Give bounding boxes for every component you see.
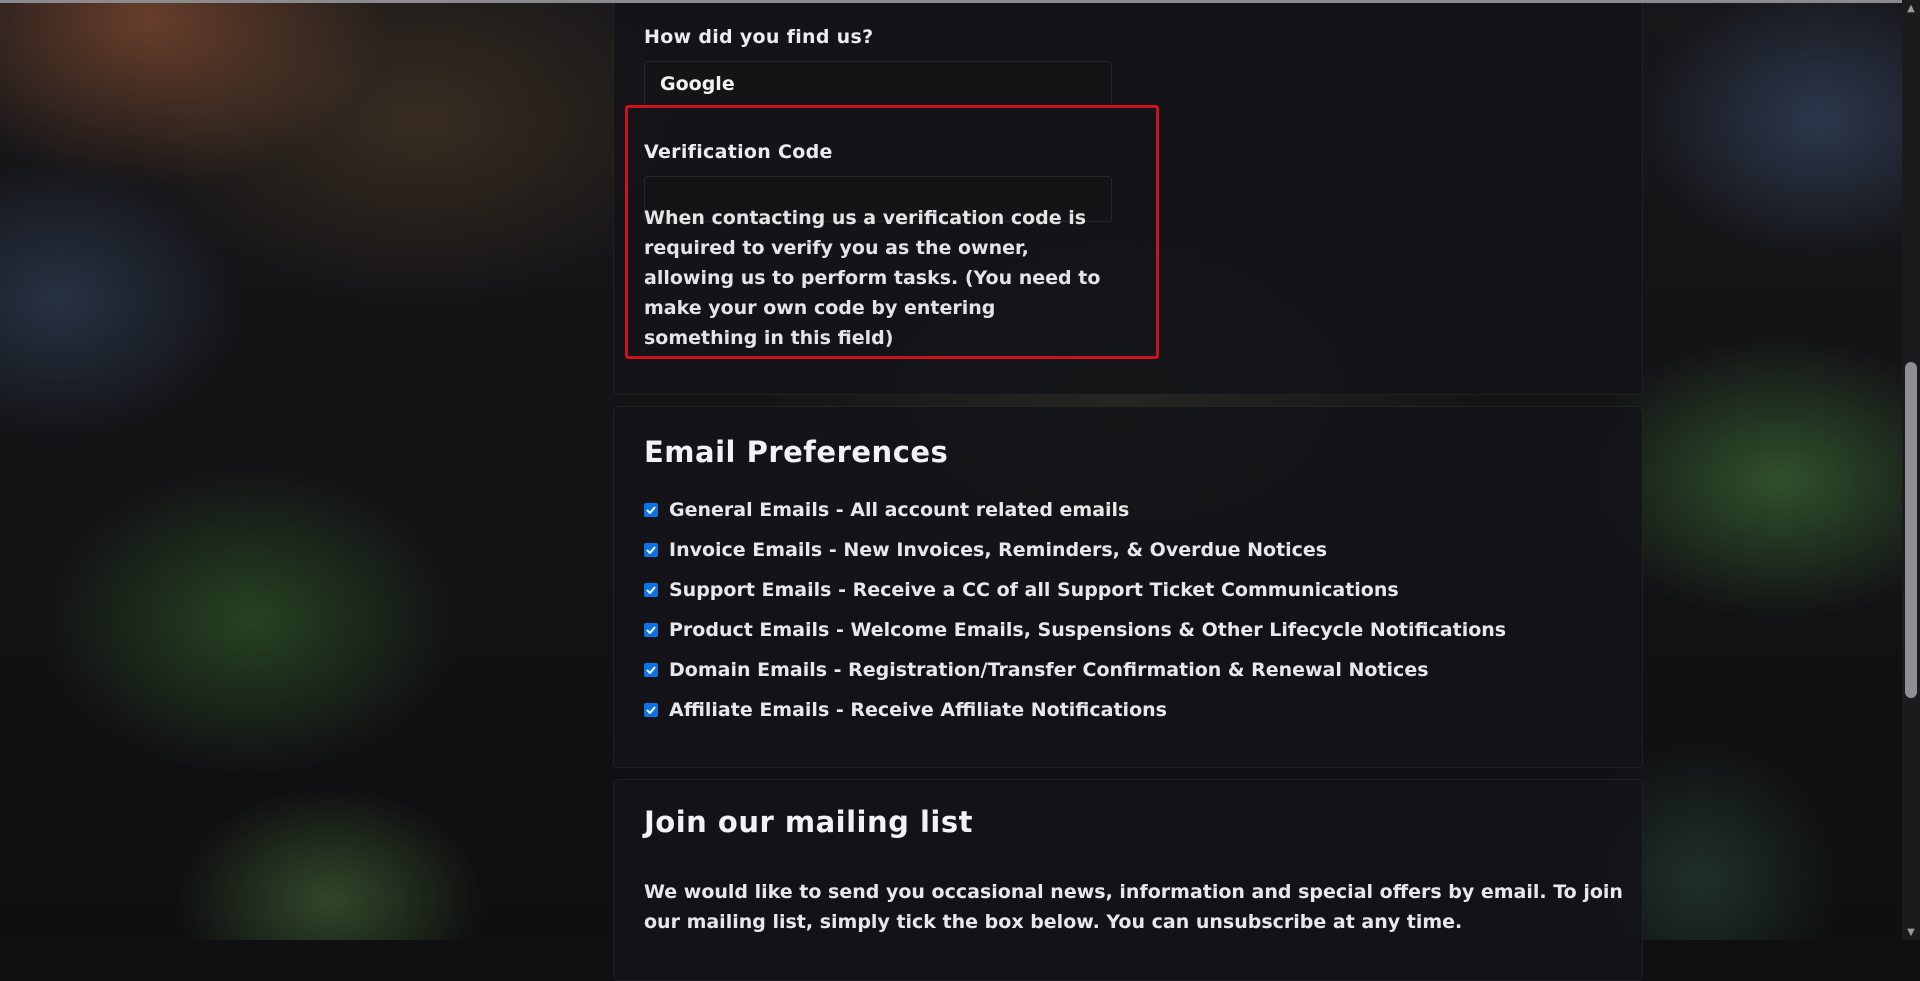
affiliate-emails-option[interactable]: Affiliate Emails - Receive Affiliate Not… [644, 697, 1167, 723]
domain-emails-option[interactable]: Domain Emails - Registration/Transfer Co… [644, 657, 1429, 683]
domain-emails-label: Domain Emails - Registration/Transfer Co… [669, 659, 1429, 681]
checkbox-checked-icon[interactable] [644, 583, 658, 597]
scroll-down-icon[interactable]: ▼ [1902, 924, 1920, 940]
email-preferences-title: Email Preferences [644, 435, 949, 469]
checkbox-checked-icon[interactable] [644, 703, 658, 717]
product-emails-label: Product Emails - Welcome Emails, Suspens… [669, 619, 1507, 641]
general-emails-option[interactable]: General Emails - All account related ema… [644, 497, 1129, 523]
account-details-panel: How did you find us? Google Verification… [613, 0, 1643, 395]
email-preferences-panel: Email Preferences General Emails - All a… [613, 406, 1643, 768]
find-us-label: How did you find us? [644, 26, 874, 48]
find-us-field[interactable]: Google [644, 61, 1112, 107]
invoice-emails-option[interactable]: Invoice Emails - New Invoices, Reminders… [644, 537, 1327, 563]
verification-code-label: Verification Code [644, 141, 833, 163]
mailing-list-title: Join our mailing list [644, 805, 973, 839]
checkbox-checked-icon[interactable] [644, 543, 658, 557]
general-emails-label: General Emails - All account related ema… [669, 499, 1130, 521]
vertical-scrollbar[interactable]: ▲ ▼ [1902, 0, 1920, 940]
scroll-up-icon[interactable]: ▲ [1902, 0, 1920, 16]
support-emails-option[interactable]: Support Emails - Receive a CC of all Sup… [644, 577, 1399, 603]
mailing-list-panel: Join our mailing list We would like to s… [613, 779, 1643, 981]
affiliate-emails-label: Affiliate Emails - Receive Affiliate Not… [669, 699, 1167, 721]
verification-help-text: When contacting us a verification code i… [644, 207, 1101, 349]
checkbox-checked-icon[interactable] [644, 663, 658, 677]
invoice-emails-label: Invoice Emails - New Invoices, Reminders… [669, 539, 1328, 561]
scrollbar-thumb[interactable] [1905, 362, 1917, 698]
checkbox-checked-icon[interactable] [644, 503, 658, 517]
mailing-list-description: We would like to send you occasional new… [644, 881, 1623, 933]
support-emails-label: Support Emails - Receive a CC of all Sup… [669, 579, 1399, 601]
product-emails-option[interactable]: Product Emails - Welcome Emails, Suspens… [644, 617, 1506, 643]
checkbox-checked-icon[interactable] [644, 623, 658, 637]
window-top-border [0, 0, 1902, 3]
